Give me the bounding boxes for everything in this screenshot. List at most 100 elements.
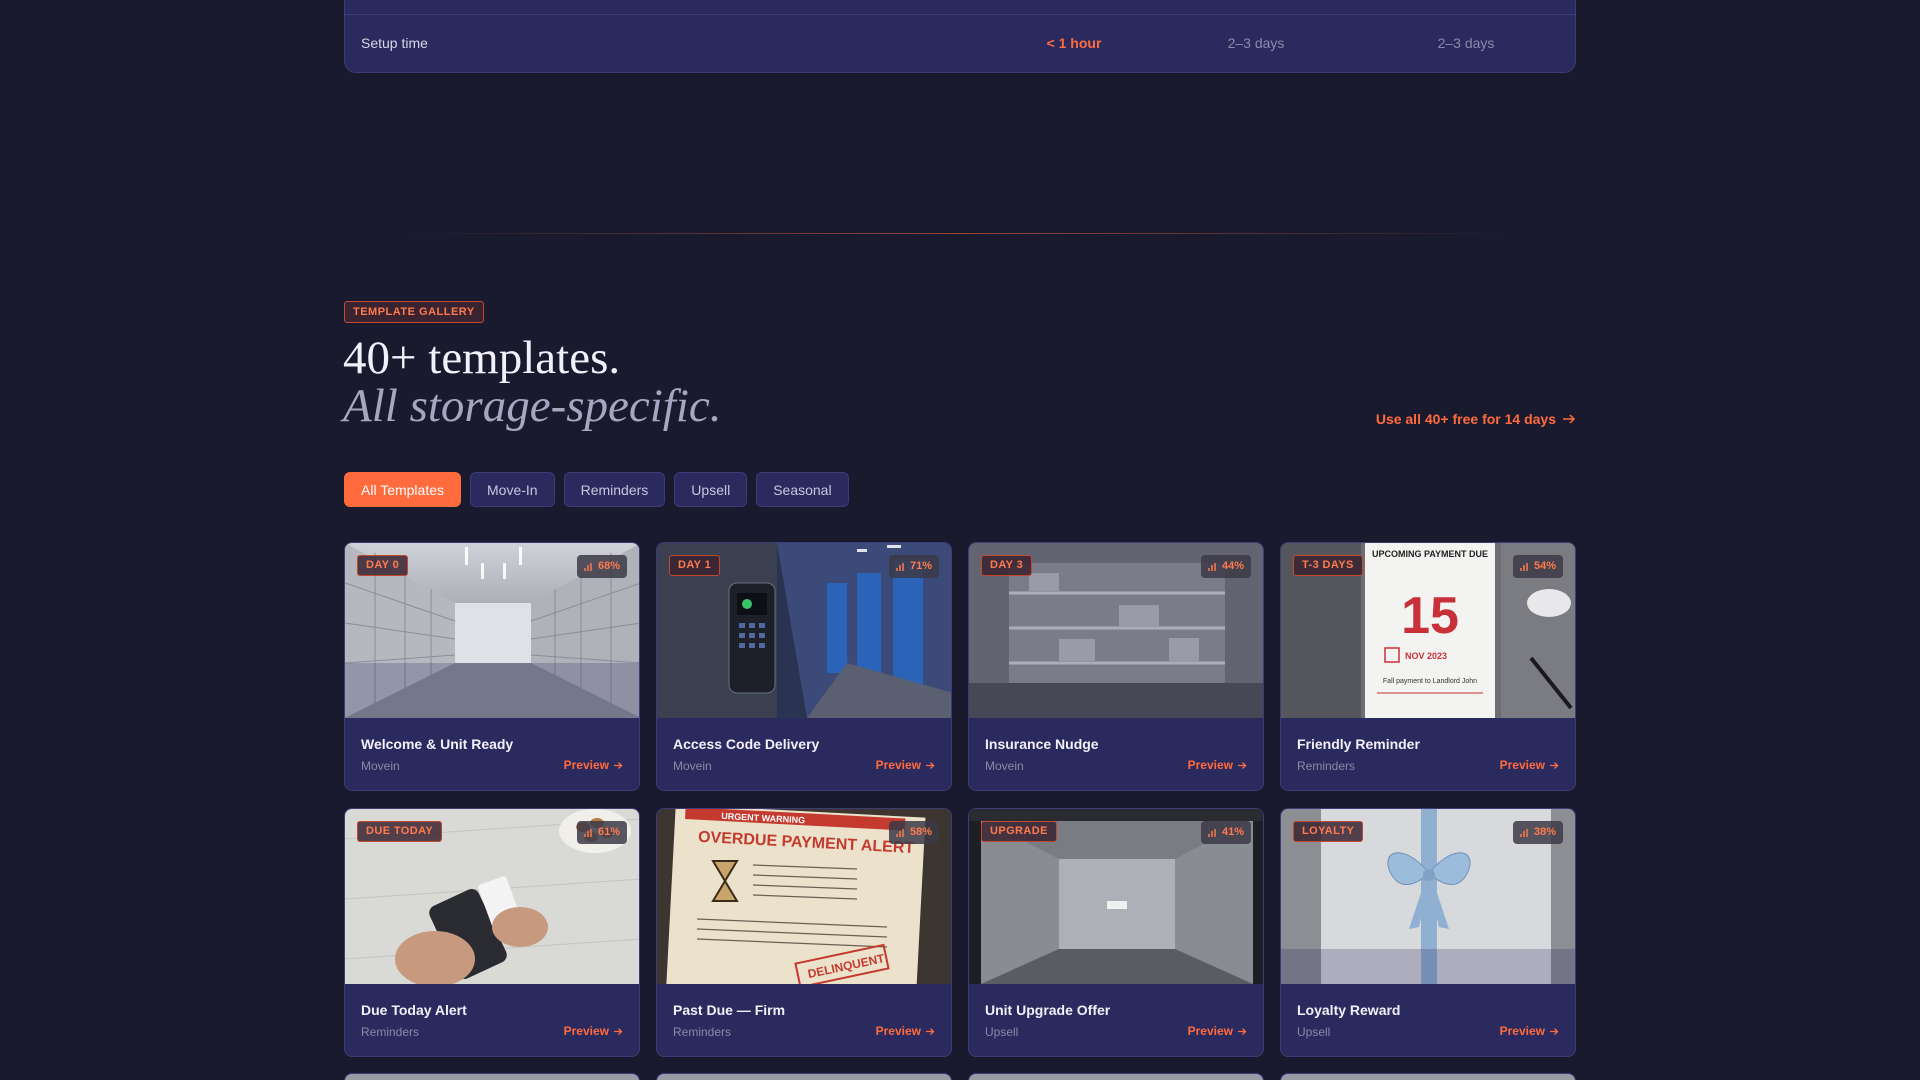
- preview-label: Preview: [875, 758, 921, 772]
- preview-link[interactable]: Preview: [1188, 1024, 1247, 1038]
- row-label: Setup time: [361, 35, 428, 51]
- gift-box-image: LOYALTY 38%: [1281, 809, 1575, 984]
- storage-shelves-image: DAY 3 44%: [969, 543, 1263, 718]
- bar-chart-icon: [896, 828, 904, 837]
- our-value: < 1 hour: [1046, 35, 1102, 51]
- calendar-notice-image: UPCOMING PAYMENT DUE 15 NOV 2023 Fall pa…: [1281, 543, 1575, 718]
- open-rate-badge: 41%: [1200, 821, 1251, 844]
- template-card[interactable]: DAY 1 71% Access Code Delivery Movein Pr…: [656, 542, 952, 791]
- template-card[interactable]: DAY 3 44% Insurance Nudge Movein Preview: [968, 542, 1264, 791]
- preview-link[interactable]: Preview: [1500, 758, 1559, 772]
- bar-chart-icon: [896, 562, 904, 571]
- preview-label: Preview: [1499, 758, 1545, 772]
- preview-label: Preview: [1499, 1024, 1545, 1038]
- preview-link[interactable]: Preview: [876, 758, 935, 772]
- preview-label: Preview: [563, 758, 609, 772]
- template-card-partial[interactable]: [968, 1073, 1264, 1080]
- card-title: Past Due — Firm: [673, 1002, 786, 1018]
- card-title: Due Today Alert: [361, 1002, 467, 1018]
- section-subheadline: All storage-specific.: [343, 380, 722, 432]
- template-card[interactable]: DAY 0 68% Welcome & Unit Ready Movein Pr…: [344, 542, 640, 791]
- open-rate-value: 44%: [1221, 560, 1244, 572]
- preview-label: Preview: [1187, 758, 1233, 772]
- filter-upsell[interactable]: Upsell: [674, 472, 748, 507]
- bar-chart-icon: [1520, 562, 1528, 571]
- section-badge: TEMPLATE GALLERY: [344, 301, 484, 323]
- open-rate-badge: 61%: [576, 821, 627, 844]
- preview-label: Preview: [875, 1024, 921, 1038]
- arrow-right-icon: [1238, 1027, 1247, 1035]
- next-row-cards: [344, 1073, 1576, 1080]
- preview-link[interactable]: Preview: [876, 1024, 935, 1038]
- template-card[interactable]: UPGRADE 41% Unit Upgrade Offer Upsell Pr…: [968, 808, 1264, 1057]
- open-rate-badge: 71%: [888, 555, 939, 578]
- open-rate-value: 41%: [1221, 826, 1244, 838]
- card-payment-image: DUE TODAY 61%: [345, 809, 639, 984]
- open-rate-value: 38%: [1533, 826, 1556, 838]
- open-rate-badge: 68%: [576, 555, 627, 578]
- competitor-b-value: 2–3 days: [1437, 35, 1495, 51]
- filter-reminders[interactable]: Reminders: [563, 472, 666, 507]
- card-tag: UPGRADE: [981, 821, 1057, 842]
- card-tag: DUE TODAY: [357, 821, 443, 842]
- filter-seasonal[interactable]: Seasonal: [756, 472, 849, 507]
- storage-hallway-image: DAY 0 68%: [345, 543, 639, 718]
- open-rate-badge: 38%: [1512, 821, 1563, 844]
- card-category: Upsell: [1297, 1025, 1331, 1039]
- template-card[interactable]: UPCOMING PAYMENT DUE 15 NOV 2023 Fall pa…: [1280, 542, 1576, 791]
- card-title: Unit Upgrade Offer: [985, 1002, 1111, 1018]
- filter-bar: All Templates Move-In Reminders Upsell S…: [344, 472, 849, 507]
- preview-label: Preview: [1187, 1024, 1233, 1038]
- card-title: Welcome & Unit Ready: [361, 736, 514, 752]
- free-trial-link[interactable]: Use all 40+ free for 14 days: [1376, 411, 1576, 427]
- card-category: Reminders: [1297, 759, 1356, 773]
- template-card-partial[interactable]: [344, 1073, 640, 1080]
- open-rate-value: 71%: [909, 560, 932, 572]
- bar-chart-icon: [1520, 828, 1528, 837]
- bar-chart-icon: [584, 828, 592, 837]
- template-card[interactable]: URGENT WARNING OVERDUE PAYMENT ALERT DEL…: [656, 808, 952, 1057]
- card-tag: DAY 3: [981, 555, 1033, 576]
- preview-link[interactable]: Preview: [1188, 758, 1247, 772]
- card-tag: DAY 1: [669, 555, 721, 576]
- preview-link[interactable]: Preview: [564, 758, 623, 772]
- preview-label: Preview: [563, 1024, 609, 1038]
- open-rate-badge: 58%: [888, 821, 939, 844]
- card-tag: DAY 0: [357, 555, 409, 576]
- card-tag: T-3 DAYS: [1293, 555, 1363, 576]
- open-rate-value: 58%: [909, 826, 932, 838]
- arrow-right-icon: [614, 761, 623, 769]
- card-title: Friendly Reminder: [1297, 736, 1420, 752]
- card-title: Insurance Nudge: [985, 736, 1099, 752]
- bar-chart-icon: [584, 562, 592, 571]
- calendar-month: NOV 2023: [1405, 651, 1447, 661]
- card-category: Movein: [361, 759, 400, 773]
- filter-move-in[interactable]: Move-In: [470, 472, 555, 507]
- card-category: Upsell: [985, 1025, 1019, 1039]
- preview-link[interactable]: Preview: [1500, 1024, 1559, 1038]
- template-card-partial[interactable]: [656, 1073, 952, 1080]
- arrow-right-icon: [926, 761, 935, 769]
- template-card[interactable]: DUE TODAY 61% Due Today Alert Reminders …: [344, 808, 640, 1057]
- overdue-letter-image: URGENT WARNING OVERDUE PAYMENT ALERT DEL…: [657, 809, 951, 984]
- open-rate-badge: 44%: [1200, 555, 1251, 578]
- comparison-row-setup-time: Setup time < 1 hour 2–3 days 2–3 days: [345, 27, 1575, 63]
- table-divider: [345, 14, 1575, 15]
- card-category: Movein: [985, 759, 1024, 773]
- filter-all-templates[interactable]: All Templates: [344, 472, 462, 507]
- calendar-line: Fall payment to Landlord John: [1383, 678, 1477, 685]
- card-category: Movein: [673, 759, 712, 773]
- calendar-heading: UPCOMING PAYMENT DUE: [1372, 549, 1488, 559]
- card-tag: LOYALTY: [1293, 821, 1364, 842]
- card-category: Reminders: [361, 1025, 420, 1039]
- card-title: Access Code Delivery: [673, 736, 820, 752]
- arrow-right-icon: [1563, 414, 1576, 424]
- preview-link[interactable]: Preview: [564, 1024, 623, 1038]
- bar-chart-icon: [1208, 562, 1216, 571]
- template-card-partial[interactable]: [1280, 1073, 1576, 1080]
- section-headline: 40+ templates.: [343, 332, 621, 384]
- open-unit-image: UPGRADE 41%: [969, 809, 1263, 984]
- template-grid: DAY 0 68% Welcome & Unit Ready Movein Pr…: [344, 542, 1576, 1057]
- section-divider: [410, 233, 1510, 234]
- template-card[interactable]: LOYALTY 38% Loyalty Reward Upsell Previe…: [1280, 808, 1576, 1057]
